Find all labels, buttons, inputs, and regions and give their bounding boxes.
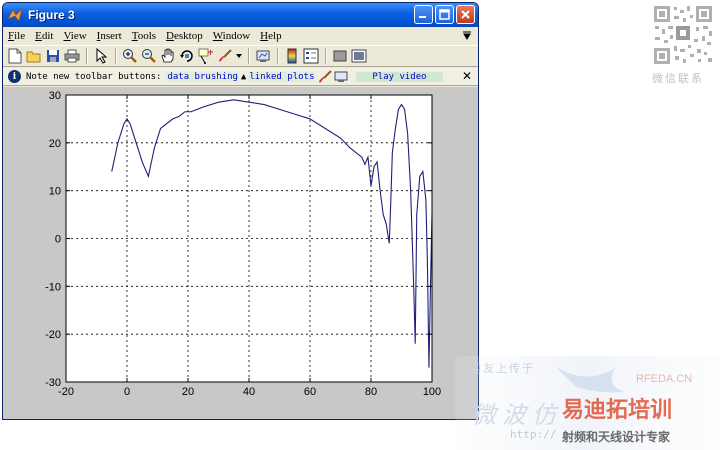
y-tick-label: 0 [55,234,61,246]
brush-dropdown-button[interactable] [235,47,243,65]
rotate-3d-button[interactable] [178,47,196,65]
legend-button[interactable] [302,47,320,65]
link-plot-icon [256,50,270,62]
y-tick-label: 30 [49,90,61,102]
brush-icon [319,69,333,83]
menu-insert[interactable]: Insert [92,30,127,42]
pan-hand-icon [161,48,174,63]
open-file-icon [26,51,41,63]
link-plot-icon [334,71,348,82]
menu-desktop[interactable]: Desktop [161,30,208,42]
x-tick-label: 0 [124,386,130,398]
brush-button[interactable] [216,47,234,65]
x-tick-label: 40 [243,386,255,398]
print-icon [64,49,80,63]
save-icon [47,50,59,62]
toolbar-notice-bar: i Note new toolbar buttons: data brushin… [3,68,478,86]
info-icon: i [8,70,21,83]
minimize-button[interactable] [414,5,433,24]
zoom-out-icon [142,49,156,63]
menu-bar: File Edit View Insert Tools Desktop Wind… [3,27,478,45]
chevron-down-icon [236,54,242,58]
figure-canvas: -20 0 20 40 60 80 100 -30 -20 -10 0 10 20 30 [3,87,479,420]
menu-tools[interactable]: Tools [127,30,161,42]
y-tick-label: 20 [49,138,61,150]
open-file-button[interactable] [25,47,43,65]
hide-plot-tools-icon [333,50,347,62]
watermark-brand-text: 易迪拓培训 [562,398,673,423]
qr-caption: 微信联系 [652,72,704,85]
show-plot-tools-button[interactable] [350,47,368,65]
edit-plot-arrow-icon [96,48,107,64]
menu-window[interactable]: Window [208,30,255,42]
menu-view[interactable]: View [58,30,91,42]
toolbar-separator [115,48,117,64]
hide-plot-tools-button[interactable] [331,47,349,65]
watermark-uploader-text: 网友上传于 [470,362,535,375]
maximize-icon [439,9,450,20]
watermark-slogan-text: 射频和天线设计专家 [562,430,671,444]
x-tick-label: 60 [304,386,316,398]
zoom-in-icon [123,49,137,63]
data-cursor-icon [198,48,213,64]
notice-text: Note new toolbar buttons: [26,71,162,82]
figure-window: Figure 3 File Edit View Insert Tools Des… [2,2,479,420]
link-plot-button[interactable] [254,47,272,65]
print-button[interactable] [63,47,81,65]
y-tick-label: -20 [45,329,61,341]
toolbar-separator [325,48,327,64]
colorbar-icon [287,48,297,64]
close-button[interactable] [456,5,475,24]
save-button[interactable] [44,47,62,65]
watermark-rfeda-text: RFEDA.CN [636,373,693,385]
edit-plot-button[interactable] [92,47,110,65]
show-plot-tools-icon [351,49,367,63]
x-tick-label: 80 [365,386,377,398]
zoom-out-button[interactable] [140,47,158,65]
toolbar-separator [277,48,279,64]
legend-icon [303,48,319,64]
close-icon [461,10,470,19]
new-figure-icon [8,48,22,64]
colorbar-button[interactable] [283,47,301,65]
menu-file[interactable]: File [3,30,30,42]
watermark-url-text: http:// [510,428,557,441]
y-tick-label: 10 [49,186,61,198]
maximize-button[interactable] [435,5,454,24]
zoom-in-button[interactable] [121,47,139,65]
title-bar[interactable]: Figure 3 [3,3,478,27]
minimize-icon [419,16,426,18]
qr-code-image [652,4,714,66]
brush-small-icon: ▲ [240,71,247,82]
toolbar-separator [86,48,88,64]
matlab-icon [7,8,23,22]
linked-plots-link[interactable]: linked plots [248,71,316,82]
brush-icon [219,49,232,62]
data-cursor-button[interactable] [197,47,215,65]
new-figure-button[interactable] [6,47,24,65]
pan-button[interactable] [159,47,177,65]
plot-axes[interactable]: -20 0 20 40 60 80 100-30-20-100102030 [3,87,479,420]
notice-close-button[interactable]: ✕ [462,69,472,83]
rotate-3d-icon [180,50,193,62]
y-tick-label: -30 [45,377,61,389]
menu-help[interactable]: Help [255,30,286,42]
play-video-link[interactable]: Play video [356,71,443,82]
menu-dock-arrow-icon[interactable] [462,31,472,41]
toolbar-separator [248,48,250,64]
figure-toolbar [3,45,478,67]
y-tick-label: -10 [45,281,61,293]
watermark-big-text: 微波仿 [472,401,562,429]
window-title: Figure 3 [28,8,75,22]
x-tick-label: 20 [182,386,194,398]
x-tick-label: 100 [423,386,441,398]
menu-edit[interactable]: Edit [30,30,58,42]
data-brushing-link[interactable]: data brushing [166,71,239,82]
